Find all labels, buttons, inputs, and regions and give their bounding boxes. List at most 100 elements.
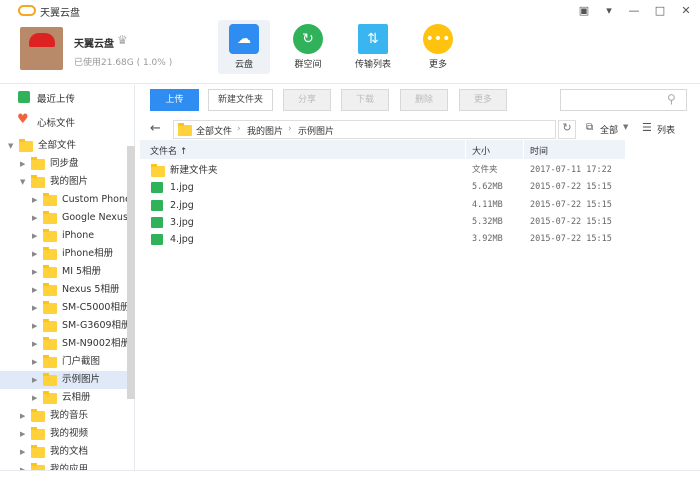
caret-right-icon[interactable]: ▶: [20, 407, 25, 425]
column-name[interactable]: 文件名 ↑: [140, 140, 465, 159]
tree-item[interactable]: ▶ iPhone相册: [0, 245, 127, 263]
upload-button[interactable]: 上传: [150, 89, 199, 111]
nav-label: 更多: [428, 60, 447, 70]
filter-dropdown[interactable]: 全部: [600, 123, 618, 136]
caret-right-icon[interactable]: ▶: [32, 353, 37, 371]
tree-item[interactable]: ▶ 我的应用: [0, 461, 127, 470]
tree-item[interactable]: ▶ SM-C5000相册: [0, 299, 129, 317]
folder-icon: [43, 337, 57, 350]
column-size[interactable]: 大小: [466, 140, 523, 159]
tree-item[interactable]: ▶ 示例图片: [0, 371, 127, 389]
tree-item[interactable]: ▶ 我的文档: [0, 443, 127, 461]
file-size: 4.11MB: [472, 199, 503, 210]
sidebar-favorites[interactable]: 心标文件: [37, 115, 75, 129]
share-button[interactable]: 分享: [283, 89, 331, 111]
breadcrumb-item[interactable]: 示例图片: [298, 124, 334, 137]
tree-item-label: 我的图片: [50, 176, 89, 187]
tree-item[interactable]: ▶ Nexus 5相册: [0, 281, 127, 299]
file-row[interactable]: 3.jpg 5.32MB 2015-07-22 15:15: [140, 214, 700, 231]
minimize-icon[interactable]: —: [627, 4, 641, 18]
caret-right-icon[interactable]: ▶: [32, 245, 37, 263]
feedback-icon[interactable]: ▣: [577, 4, 591, 18]
tree-item-label: MI 5相册: [62, 266, 102, 277]
tree-item[interactable]: ▶ SM-G3609相册: [0, 317, 131, 335]
file-row[interactable]: 新建文件夹 文件夹 2017-07-11 17:22: [140, 162, 700, 179]
breadcrumb-item[interactable]: 我的图片: [247, 124, 283, 137]
nav-cloud[interactable]: ☁ 云盘: [218, 20, 270, 74]
caret-right-icon[interactable]: ▶: [20, 443, 25, 461]
folder-icon: [43, 193, 57, 206]
caret-right-icon[interactable]: ▶: [32, 209, 37, 227]
nav-transfer[interactable]: ⇅ 传输列表: [347, 20, 399, 74]
view-mode-toggle[interactable]: 列表: [657, 123, 675, 136]
caret-right-icon[interactable]: ▶: [20, 461, 25, 470]
caret-down-icon[interactable]: ▼: [20, 173, 25, 191]
folder-icon: [151, 164, 165, 177]
caret-right-icon[interactable]: ▶: [32, 281, 37, 299]
folder-icon: [43, 319, 57, 332]
tree-item[interactable]: ▶ 我的音乐: [0, 407, 127, 425]
tree-item-label: 示例图片: [62, 374, 101, 385]
sidebar-scrollbar[interactable]: [127, 146, 135, 399]
file-name: 4.jpg: [170, 234, 194, 246]
folder-icon: [19, 139, 33, 152]
tree-item-label: Nexus 5相册: [62, 284, 120, 295]
tree-item[interactable]: ▶ Google Nexus 4: [0, 209, 134, 227]
app-title: 天翼云盘: [40, 8, 80, 19]
sidebar-recent-upload[interactable]: 最近上传: [37, 91, 75, 105]
tree-item[interactable]: ▶ 云相册: [0, 389, 127, 407]
caret-right-icon[interactable]: ▶: [32, 335, 37, 353]
image-file-icon: [151, 182, 163, 194]
tree-item-label: 我的文档: [50, 446, 89, 457]
avatar[interactable]: [20, 27, 63, 70]
tree-item[interactable]: ▶ 我的视频: [0, 425, 127, 443]
tree-item[interactable]: ▶ Custom Phone -: [0, 191, 134, 209]
tree-item[interactable]: ▼ 我的图片: [0, 173, 127, 191]
file-name: 1.jpg: [170, 182, 194, 194]
folder-icon: [43, 283, 57, 296]
caret-right-icon[interactable]: ▶: [32, 227, 37, 245]
tree-item[interactable]: ▶ 门户截图: [0, 353, 127, 371]
folder-icon: [31, 427, 45, 440]
caret-right-icon[interactable]: ▶: [32, 317, 37, 335]
caret-right-icon[interactable]: ▶: [32, 191, 37, 209]
more-button[interactable]: 更多: [459, 89, 507, 111]
tree-item[interactable]: ▶ 同步盘: [0, 155, 127, 173]
menu-icon[interactable]: ▾: [602, 4, 616, 18]
new-folder-button[interactable]: 新建文件夹: [208, 89, 273, 111]
header: 天翼云盘 ▣ ▾ — □ ✕ 天翼云盘 ♛ 已使用21.68G ( 1.0% )…: [0, 0, 700, 84]
caret-right-icon[interactable]: ▶: [20, 425, 25, 443]
caret-right-icon[interactable]: ▶: [32, 371, 37, 389]
sidebar: 最近上传 ♥ 心标文件 ▼ 全部文件 ▶ 同步盘 ▼ 我的图片 ▶ Custom Phone …: [0, 85, 135, 470]
file-row[interactable]: 4.jpg 3.92MB 2015-07-22 15:15: [140, 231, 700, 248]
tree-item[interactable]: ▼ 全部文件: [0, 137, 127, 155]
back-arrow-icon[interactable]: ←: [150, 121, 161, 136]
more-icon: •••: [423, 24, 453, 54]
caret-right-icon[interactable]: ▶: [32, 263, 37, 281]
maximize-icon[interactable]: □: [653, 4, 667, 18]
image-file-icon: [151, 199, 163, 211]
caret-right-icon[interactable]: ▶: [20, 155, 25, 173]
breadcrumb-item[interactable]: 全部文件: [196, 124, 232, 137]
tree-item[interactable]: ▶ MI 5相册: [0, 263, 127, 281]
nav-more[interactable]: ••• 更多: [412, 20, 464, 74]
nav-label: 传输列表: [354, 60, 391, 70]
caret-down-icon[interactable]: ▼: [8, 137, 13, 155]
search-icon[interactable]: ⚲: [667, 92, 676, 106]
delete-button[interactable]: 删除: [400, 89, 448, 111]
tree-item[interactable]: ▶ SM-N9002相册: [0, 335, 130, 353]
tree-item[interactable]: ▶ iPhone: [0, 227, 127, 245]
caret-right-icon[interactable]: ▶: [32, 389, 37, 407]
file-name: 2.jpg: [170, 199, 194, 211]
refresh-icon[interactable]: ↻: [558, 120, 576, 139]
close-icon[interactable]: ✕: [679, 4, 693, 18]
tree-item-label: 同步盘: [50, 158, 79, 169]
nav-group-space[interactable]: ↻ 群空间: [282, 20, 334, 74]
file-row[interactable]: 2.jpg 4.11MB 2015-07-22 15:15: [140, 197, 700, 214]
folder-icon: [43, 265, 57, 278]
column-time[interactable]: 时间: [524, 140, 625, 159]
folder-icon: [31, 157, 45, 170]
download-button[interactable]: 下载: [341, 89, 389, 111]
file-row[interactable]: 1.jpg 5.62MB 2015-07-22 15:15: [140, 179, 700, 196]
caret-right-icon[interactable]: ▶: [32, 299, 37, 317]
